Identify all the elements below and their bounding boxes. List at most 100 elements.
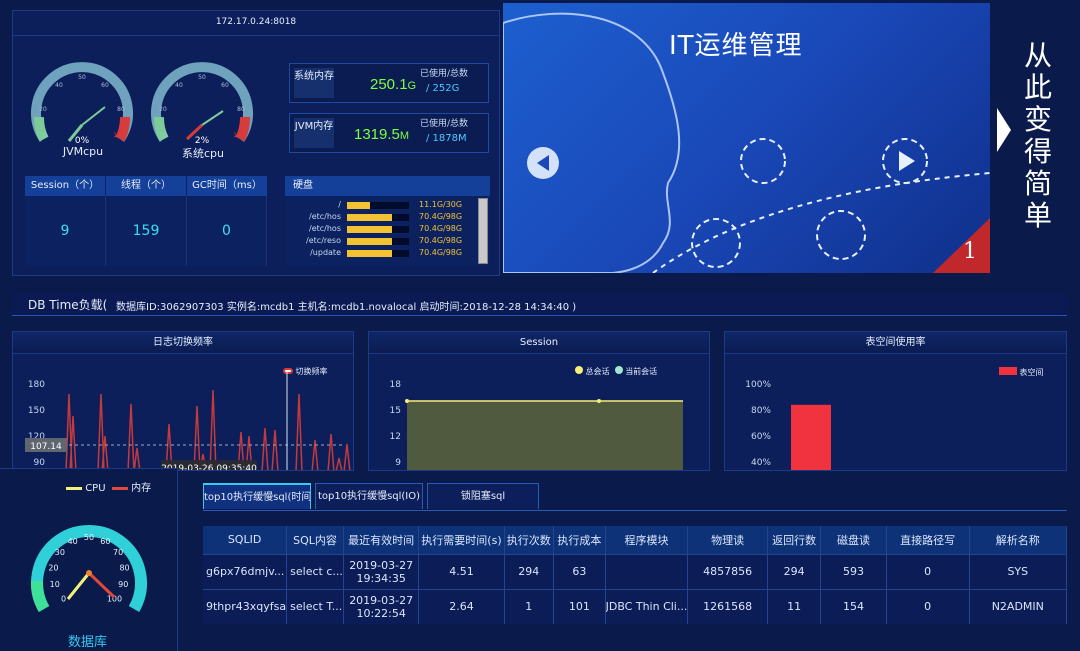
column-header[interactable]: SQLID — [203, 526, 288, 554]
gauge-tick: 0 — [43, 132, 47, 139]
host-panel: 172.17.0.24:8018 0% 0 20 40 50 60 80 100… — [12, 10, 500, 276]
tab-top10-slow-time[interactable]: top10执行缓慢sql(时间) — [203, 483, 311, 509]
disk-usage-fill — [347, 226, 392, 233]
y-tick-label: 150 — [28, 406, 45, 416]
column-header[interactable]: 解析名称 — [969, 526, 1068, 554]
column-header[interactable]: 执行成本 — [553, 526, 606, 554]
tablespace-panel: 表空间使用率 表空间 100% 80% 60% 40% — [724, 331, 1067, 471]
column-header[interactable]: 物理读 — [687, 526, 768, 554]
banner-title: IT运维管理 — [669, 31, 803, 61]
y-tick-label: 80% — [751, 406, 771, 416]
column-header[interactable]: 返回行数 — [767, 526, 822, 554]
tab-top10-slow-io[interactable]: top10执行缓慢sql(IO) — [315, 483, 423, 509]
tablespace-chart: 100% 80% 60% 40% — [745, 380, 831, 470]
dbtime-meta: 数据库ID:3062907303 实例名:mcdb1 主机名:mcdb1.nov… — [116, 302, 577, 313]
disk-name: /update — [310, 248, 341, 257]
column-header[interactable]: 最近有效时间 — [343, 526, 420, 554]
gauge-tick: 0 — [163, 132, 167, 139]
table-cell — [605, 553, 689, 589]
disk-value: 11.1G/30G — [419, 200, 463, 209]
db-legend-mem: 内存 — [131, 483, 152, 494]
disk-usage-bar — [347, 214, 409, 221]
table-cell: 4.51 — [418, 553, 505, 589]
column-header[interactable]: 执行次数 — [504, 526, 555, 554]
dbtime-bar: DB Time负载( 数据库ID:3062907303 实例名:mcdb1 主机… — [12, 292, 1067, 316]
session-title: Session — [369, 332, 709, 354]
table-cell: g6px76dmjv... — [203, 553, 288, 589]
gauge-arc-low — [31, 580, 50, 613]
disk-usage-bar — [347, 202, 409, 209]
y-tick-label: 60% — [751, 432, 771, 442]
tab-label: top10执行缓慢sql(时间) — [204, 492, 310, 503]
disk-value: 70.4G/98G — [419, 236, 463, 245]
disk-usage-fill — [347, 250, 392, 257]
gauge-tick: 70 — [113, 548, 123, 557]
thread-count-value: 159 — [106, 196, 187, 266]
table-row[interactable]: 9thpr43xqyfsa select T... 2019-03-27 10:22… — [203, 588, 1068, 624]
column-header[interactable]: 磁盘读 — [820, 526, 887, 554]
disk-row: /update 70.4G/98G — [285, 248, 477, 260]
jvm-memory-sub: 已使用/总数 — [420, 119, 469, 129]
disk-scrollbar[interactable] — [478, 198, 488, 264]
y-tick-label: 40% — [751, 458, 771, 468]
system-cpu-label: 系统cpu — [181, 147, 224, 160]
sql-tabs: top10执行缓慢sql(时间) top10执行缓慢sql(IO) 锁阻塞sql — [203, 483, 1067, 511]
disk-usage-fill — [347, 214, 392, 221]
system-memory-sub: 已使用/总数 — [420, 69, 469, 79]
jvm-cpu-label: JVMcpu — [62, 145, 104, 158]
tab-label: 锁阻塞sql — [460, 491, 506, 502]
column-header[interactable]: SQL内容 — [286, 526, 344, 554]
table-cell: 294 — [504, 553, 555, 589]
gauge-tick: 100 — [233, 132, 245, 139]
gc-time-header: GC时间（ms） — [187, 176, 267, 196]
column-header[interactable]: 直接路径写 — [886, 526, 970, 554]
gauge-tick: 10 — [50, 580, 60, 589]
tab-lock-blocking[interactable]: 锁阻塞sql — [427, 483, 539, 509]
disk-value: 70.4G/98G — [419, 224, 463, 233]
jvm-memory-tag: JVM内存 — [294, 118, 334, 148]
disk-name: /etc/hos — [309, 212, 341, 221]
legend-swatch — [111, 486, 128, 490]
gauge-tick: 80 — [117, 106, 125, 113]
table-cell: 11 — [767, 588, 822, 624]
marker-label: 107.14 — [30, 442, 62, 452]
disk-value: 70.4G/98G — [419, 212, 463, 221]
table-cell: 593 — [820, 553, 887, 589]
gauge-tick: 50 — [198, 74, 206, 81]
table-cell: 1261568 — [687, 588, 768, 624]
y-tick-label: 90 — [34, 458, 46, 468]
log-switch-panel: 日志切换频率 切换频率 180 150 120 90 107.14 2019-03-26 … — [12, 331, 354, 471]
table-cell: select c... — [286, 553, 344, 589]
disk-usage-bar — [347, 250, 409, 257]
data-point — [597, 399, 601, 403]
jvm-memory-total: / 1878M — [426, 133, 467, 144]
gauge-tick: 20 — [48, 563, 58, 572]
table-header-row: SQLID SQL内容 最近有效时间 执行需要时间(s) 执行次数 执行成本 程序模块 物理读… — [203, 526, 1068, 554]
gauge-tick: 80 — [119, 563, 129, 572]
column-header[interactable]: 执行需要时间(s) — [418, 526, 505, 554]
table-row[interactable]: g6px76dmjv... select c... 2019-03-27 19:34… — [203, 553, 1068, 589]
disk-row: / 11.1G/30G — [285, 200, 477, 212]
gauge-tick: 50 — [78, 74, 86, 81]
gauge-tick: 90 — [118, 580, 128, 589]
disk-row: /etc/reso 70.4G/98G — [285, 236, 477, 248]
disk-usage-bar — [347, 226, 409, 233]
session-count-header: Session（个） — [25, 176, 105, 196]
stats-block: Session（个） 线程（个） GC时间（ms） 9 159 0 — [25, 176, 267, 266]
log-switch-title: 日志切换频率 — [13, 332, 353, 354]
banner-image: IT运维管理 1 — [503, 3, 990, 273]
gauge-tick: 100 — [113, 132, 125, 139]
table-cell: 0 — [886, 553, 970, 589]
tablespace-bar — [791, 404, 831, 470]
y-tick-label: 100% — [745, 380, 771, 390]
table-cell: 63 — [553, 553, 606, 589]
data-point — [405, 399, 409, 403]
system-memory-total: / 252G — [426, 83, 460, 94]
gauge-tick: 60 — [101, 82, 109, 89]
column-header[interactable]: 程序模块 — [605, 526, 689, 554]
log-switch-chart: 18015012090107.142019-03-26 09:35:40 — [25, 372, 351, 470]
gauge-tick: 40 — [55, 82, 63, 89]
jvm-cpu-gauge: 0% 0 20 40 50 60 80 100 — [31, 62, 133, 146]
disk-value: 70.4G/98G — [419, 248, 463, 257]
jvm-memory-value: 1319.5 — [354, 126, 400, 143]
